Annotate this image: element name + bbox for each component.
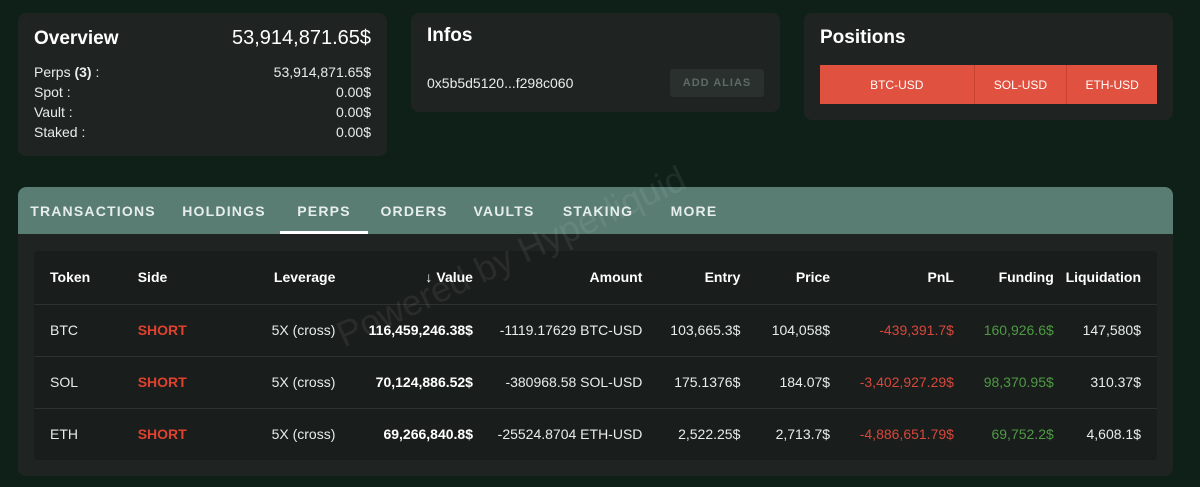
cell-side: SHORT: [137, 426, 187, 443]
portfolio-panel: TRANSACTIONS HOLDINGS PERPS ORDERS VAULT…: [18, 187, 1173, 476]
tab-perps[interactable]: PERPS: [280, 187, 368, 234]
overview-row-value: 53,914,871.65$: [273, 64, 371, 80]
column-header-funding[interactable]: Funding: [953, 251, 1054, 305]
overview-total: 53,914,871.65$: [231, 27, 371, 49]
column-header-entry[interactable]: Entry: [642, 251, 741, 305]
tab-holdings[interactable]: HOLDINGS: [168, 187, 280, 234]
cell-token: ETH: [50, 426, 78, 443]
column-header-leverage[interactable]: Leverage: [219, 251, 336, 305]
column-header-side[interactable]: Side: [121, 251, 220, 305]
column-header-price[interactable]: Price: [740, 251, 831, 305]
cell-pnl: -4,886,651.79$: [859, 426, 954, 443]
overview-card: Overview 53,914,871.65$ Perps (3) : 53,9…: [18, 13, 387, 156]
column-header-value[interactable]: ↓ Value: [335, 251, 473, 305]
cell-price: 2,713.7$: [775, 426, 831, 443]
cell-funding: 98,370.95$: [953, 356, 1054, 409]
sort-down-arrow-icon: ↓: [425, 269, 433, 286]
infos-title: Infos: [427, 25, 473, 46]
cell-price: 104,058$: [740, 304, 831, 357]
wallet-address: 0x5b5d5120...f298c060: [427, 75, 574, 91]
cell-entry: 103,665.3$: [642, 304, 741, 357]
cell-token: BTC: [34, 304, 122, 357]
overview-row-label: Spot :: [34, 84, 71, 100]
overview-row-value: 0.00$: [335, 84, 371, 100]
column-header-amount[interactable]: Amount: [472, 251, 643, 305]
cell-entry: 175.1376$: [642, 356, 741, 409]
cell-liquidation: 4,608.1$: [1086, 426, 1142, 443]
cell-funding: 69,752.2$: [991, 426, 1054, 443]
tab-more[interactable]: MORE: [648, 187, 740, 234]
table-header-row: Token Side Leverage ↓ Value Amount Entry …: [34, 251, 1157, 305]
cell-liquidation: 310.37$: [1053, 356, 1157, 409]
table-row[interactable]: ETH SHORT 5X (cross) 69,266,840.8$ -2552…: [34, 408, 1157, 460]
overview-row-label: Vault :: [34, 104, 73, 120]
cell-token: SOL: [34, 356, 122, 409]
cell-price: 184.07$: [740, 356, 831, 409]
overview-row-perps: Perps (3) : 53,914,871.65$: [34, 62, 371, 82]
overview-row-staked: Staked : 0.00$: [34, 122, 371, 142]
cell-side: SHORT: [121, 356, 220, 409]
cell-liquidation: 147,580$: [1053, 304, 1157, 357]
overview-row-spot: Spot : 0.00$: [34, 82, 371, 102]
column-header-token[interactable]: Token: [34, 251, 122, 305]
tab-transactions[interactable]: TRANSACTIONS: [18, 187, 168, 234]
table-row[interactable]: BTC SHORT 5X (cross) 116,459,246.38$ -11…: [34, 304, 1157, 357]
cell-leverage: 5X (cross): [219, 304, 336, 357]
cell-amount: -380968.58 SOL-USD: [472, 356, 643, 409]
overview-row-value: 0.00$: [335, 104, 371, 120]
perps-table-container: Token Side Leverage ↓ Value Amount Entry …: [34, 251, 1157, 460]
positions-bar: BTC-USD SOL-USD ETH-USD: [820, 65, 1157, 104]
cell-leverage: 5X (cross): [219, 356, 336, 409]
cell-value: 116,459,246.38$: [335, 304, 473, 357]
column-header-pnl[interactable]: PnL: [830, 251, 954, 305]
overview-title: Overview: [34, 28, 119, 49]
cell-pnl: -439,391.7$: [830, 304, 954, 357]
cell-value: 70,124,886.52$: [335, 356, 473, 409]
position-segment-btc[interactable]: BTC-USD: [820, 65, 975, 104]
position-segment-sol[interactable]: SOL-USD: [974, 65, 1068, 104]
tab-staking[interactable]: STAKING: [548, 187, 648, 234]
table-row[interactable]: SOL SHORT 5X (cross) 70,124,886.52$ -380…: [34, 356, 1157, 409]
tab-vaults[interactable]: VAULTS: [460, 187, 548, 234]
positions-title: Positions: [820, 27, 906, 48]
perps-count: (3): [74, 64, 92, 80]
cell-value: 69,266,840.8$: [383, 426, 473, 443]
infos-card: Infos 0x5b5d5120...f298c060 ADD ALIAS: [411, 13, 780, 112]
overview-row-value: 0.00$: [335, 124, 371, 140]
tab-orders[interactable]: ORDERS: [368, 187, 460, 234]
column-header-liquidation[interactable]: Liquidation: [1053, 251, 1157, 305]
cell-entry: 2,522.25$: [678, 426, 741, 443]
overview-row-label: Perps (3) :: [34, 64, 100, 80]
overview-row-vault: Vault : 0.00$: [34, 102, 371, 122]
cell-leverage: 5X (cross): [271, 426, 336, 443]
cell-side: SHORT: [121, 304, 220, 357]
tab-bar: TRANSACTIONS HOLDINGS PERPS ORDERS VAULT…: [18, 187, 1173, 234]
positions-card: Positions BTC-USD SOL-USD ETH-USD: [804, 13, 1173, 120]
overview-row-label: Staked :: [34, 124, 86, 140]
cell-amount: -1119.17629 BTC-USD: [472, 304, 643, 357]
perps-table: Token Side Leverage ↓ Value Amount Entry …: [34, 251, 1157, 460]
cell-pnl: -3,402,927.29$: [830, 356, 954, 409]
position-segment-eth[interactable]: ETH-USD: [1067, 65, 1157, 104]
add-alias-button[interactable]: ADD ALIAS: [670, 69, 764, 97]
cell-amount: -25524.8704 ETH-USD: [497, 426, 643, 443]
cell-funding: 160,926.6$: [953, 304, 1054, 357]
